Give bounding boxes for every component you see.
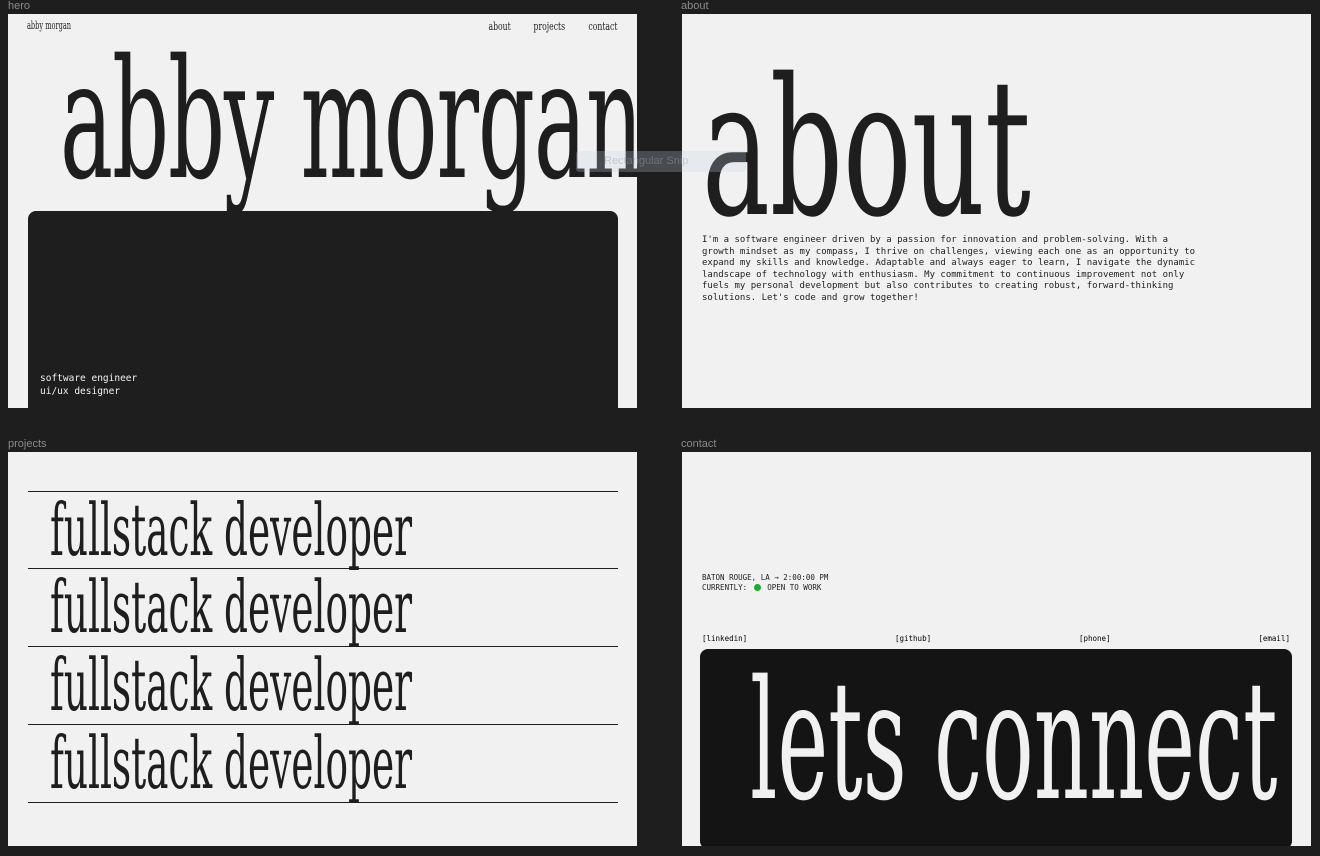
hero-frame[interactable]: abby morgan about projects contact abby … [8,14,637,408]
hero-card: software engineer ui/ux designer [28,211,618,408]
about-line: solutions. Let's code and grow together! [702,292,919,303]
location-time: BATON ROUGE, LA → 2:00:00 PM [702,573,829,582]
rectangular-snip-chip: Rectangular Snip [576,151,746,172]
status-dot-icon [753,584,761,591]
connect-title: lets connect [750,649,1278,837]
project-title: fullstack developer [50,643,413,727]
project-title: fullstack developer [50,565,413,649]
role-software-engineer: software engineer [40,373,138,384]
email-link[interactable]: [email] [1258,634,1290,643]
status-prefix: CURRENTLY: [702,583,748,592]
role-uiux-designer: ui/ux designer [40,386,121,397]
project-row[interactable]: fullstack developer [28,491,618,569]
about-line: growth mindset as my compass, I thrive o… [702,246,1196,257]
frame-label-projects[interactable]: projects [8,438,47,450]
hero-title: abby morgan [60,24,637,216]
frame-label-about[interactable]: about [681,0,709,12]
frame-label-hero[interactable]: hero [8,0,30,12]
project-row[interactable]: fullstack developer [28,724,618,803]
frame-label-contact[interactable]: contact [681,438,716,450]
about-line: fuels my personal development but also c… [702,281,1174,291]
phone-link[interactable]: [phone] [1079,634,1111,643]
github-link[interactable]: [github] [895,634,931,643]
contact-frame[interactable]: BATON ROUGE, LA → 2:00:00 PM CURRENTLY: … [682,452,1311,846]
about-line: landscape of technology with enthusiasm.… [702,269,1185,280]
about-title: about [702,38,1031,259]
about-line: expand my skills and knowledge. Adaptabl… [702,258,1196,268]
project-title: fullstack developer [50,721,413,805]
about-paragraph: I'm a software engineer driven by a pass… [702,235,1222,304]
linkedin-link[interactable]: [linkedin] [702,634,747,643]
about-line: I'm a software engineer driven by a pass… [702,235,1168,245]
projects-frame[interactable]: fullstack developer fullstack developer … [8,452,637,846]
project-row[interactable]: fullstack developer [28,646,618,724]
connect-card: lets connect [700,649,1292,846]
project-row[interactable]: fullstack developer [28,568,618,646]
hero-roles: software engineer ui/ux designer [40,372,137,398]
about-frame[interactable]: about I'm a software engineer driven by … [682,14,1311,408]
work-status: CURRENTLY: OPEN TO WORK [702,583,828,593]
project-title: fullstack developer [50,488,413,572]
contact-links: [linkedin] [github] [phone] [email] [702,634,1290,643]
status-text: OPEN TO WORK [767,583,822,592]
contact-info: BATON ROUGE, LA → 2:00:00 PM CURRENTLY: … [702,573,828,593]
